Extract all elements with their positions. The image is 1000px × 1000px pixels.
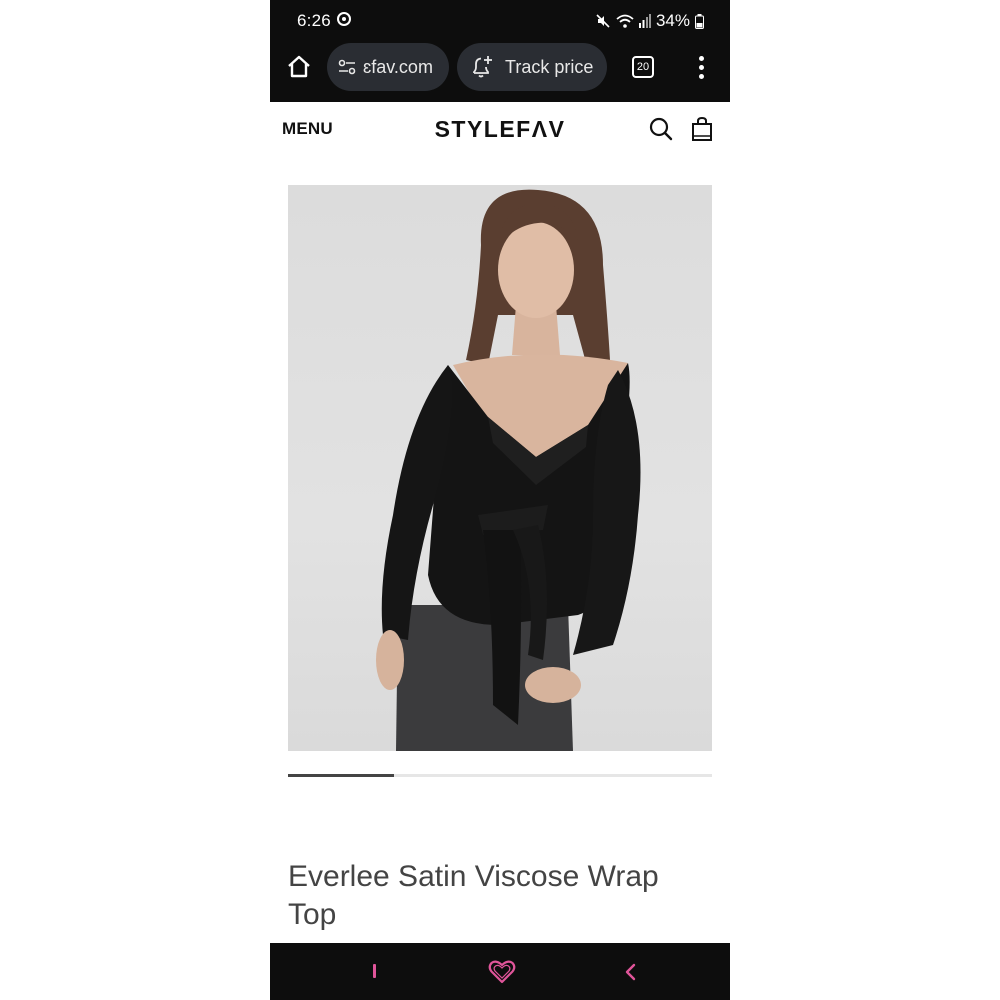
back-icon[interactable] (622, 959, 638, 985)
system-nav-bar (270, 943, 730, 1000)
signal-icon (638, 14, 651, 28)
status-time: 6:26 (297, 11, 331, 30)
mute-icon (596, 14, 610, 28)
site-settings-icon[interactable] (337, 57, 357, 77)
url-text: ɛfav.com (363, 56, 433, 77)
carousel-progress (288, 774, 712, 777)
product-image[interactable] (288, 185, 712, 751)
home-icon[interactable] (286, 54, 312, 80)
carousel-progress-fill (288, 774, 394, 777)
sync-icon (337, 12, 351, 26)
track-price-label: Track price (505, 56, 594, 77)
bag-icon[interactable] (690, 116, 714, 142)
battery-percent: 34% (655, 11, 690, 30)
more-icon[interactable] (694, 55, 708, 81)
product-title: Everlee Satin Viscose Wrap Top (288, 860, 659, 932)
system-and-browser-bar: 6:26 34% ɛfav.com Track price 20 (270, 0, 730, 102)
heart-home-icon[interactable] (488, 959, 516, 985)
browser-toolbar: ɛfav.com Track price 20 (270, 43, 730, 93)
status-icons: 34% (595, 11, 704, 31)
wifi-icon (616, 14, 634, 28)
battery-icon (695, 13, 704, 29)
bell-plus-icon (473, 56, 492, 78)
phone-screen: 6:26 34% ɛfav.com Track price 20 MENU ST… (270, 0, 730, 1000)
tabs-icon[interactable]: 20 (632, 56, 654, 78)
site-header: MENU STYLEFΛV (270, 102, 730, 156)
search-icon[interactable] (648, 116, 674, 142)
model-photo (376, 189, 641, 751)
recents-icon[interactable] (373, 964, 376, 978)
address-bar[interactable]: ɛfav.com (327, 43, 449, 91)
track-price-button[interactable]: Track price (457, 43, 607, 91)
